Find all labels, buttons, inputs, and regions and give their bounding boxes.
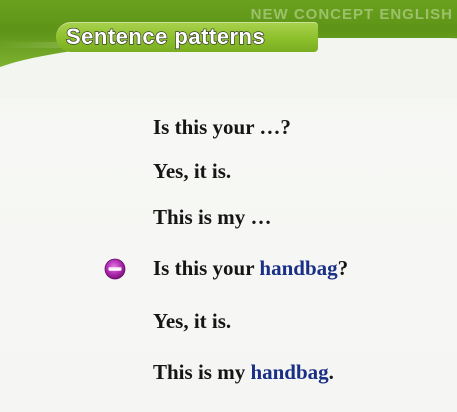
page-title: Sentence patterns (65, 23, 266, 49)
brand-watermark: NEW CONCEPT ENGLISH (250, 6, 453, 23)
sentence-2-text: Yes, it is. (153, 159, 232, 183)
sentence-3: This is my … (153, 205, 271, 229)
sentence-1-text: Is this your …? (153, 115, 291, 139)
sentence-4-after: ? (337, 256, 349, 280)
sentence-6: This is my handbag. (153, 360, 334, 384)
sentence-6-highlight: handbag (250, 360, 329, 384)
slide: NEW CONCEPT ENGLISH Sentence patterns Is… (0, 0, 457, 412)
sentence-6-before: This is my (153, 360, 251, 384)
sentence-2: Yes, it is. (153, 159, 231, 183)
sentence-6-after: . (328, 360, 334, 384)
sentence-3-text: This is my … (153, 205, 272, 229)
purple-disc-bullet-icon[interactable] (104, 258, 126, 280)
sentence-1: Is this your …? (153, 115, 291, 139)
sentence-4-highlight: handbag (259, 256, 338, 280)
sentence-5-text: Yes, it is. (153, 309, 232, 333)
sentence-4-before: Is this your (153, 256, 260, 280)
sentence-4: Is this your handbag? (153, 256, 348, 280)
sentence-5: Yes, it is. (153, 309, 231, 333)
